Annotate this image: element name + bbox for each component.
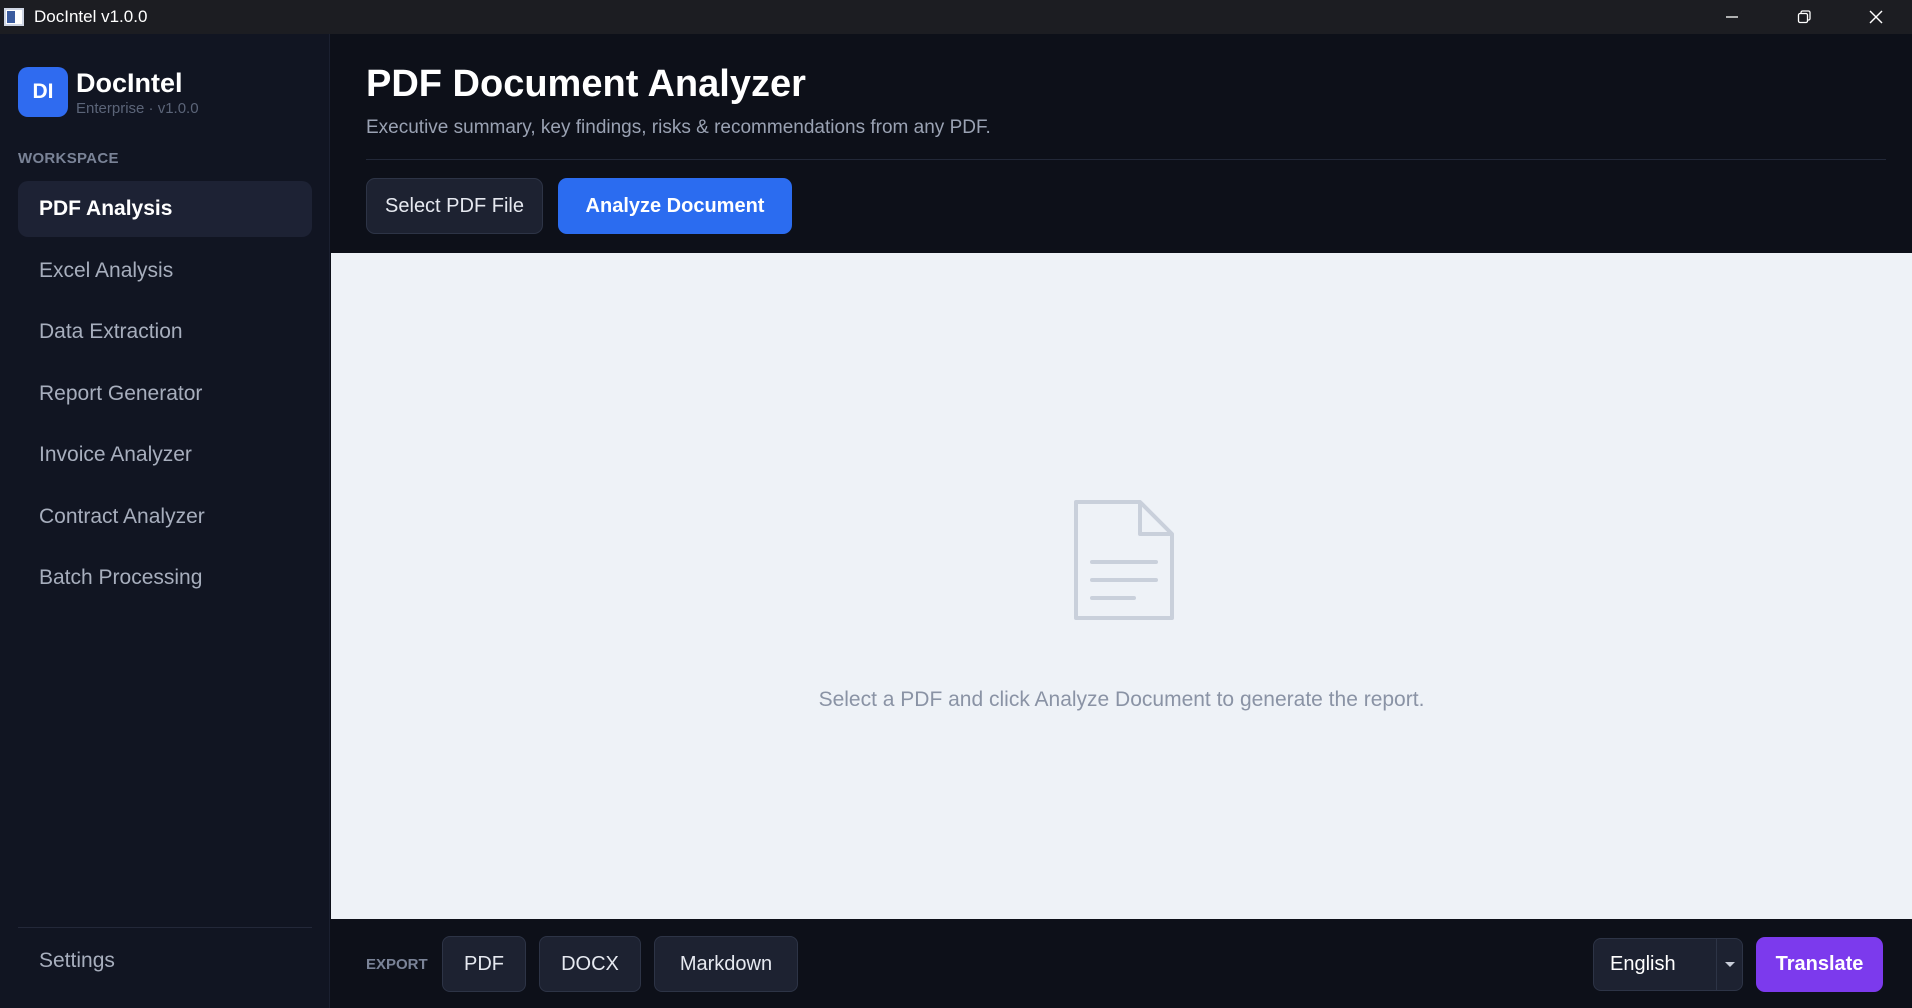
document-icon: [1074, 500, 1174, 620]
sidebar-item-contract-analyzer[interactable]: Contract Analyzer: [18, 489, 312, 545]
minimize-button[interactable]: [1696, 0, 1768, 34]
footer-toolbar: EXPORT PDF DOCX Markdown English Transla…: [331, 919, 1912, 1008]
export-markdown-button[interactable]: Markdown: [654, 936, 798, 992]
dropdown-caret-icon: [1716, 939, 1742, 990]
sidebar-item-settings[interactable]: Settings: [39, 949, 115, 973]
report-area: Select a PDF and click Analyze Document …: [331, 253, 1912, 919]
app-icon: [4, 8, 24, 26]
empty-state-message: Select a PDF and click Analyze Document …: [818, 688, 1425, 711]
sidebar-item-pdf-analysis[interactable]: PDF Analysis: [18, 181, 312, 237]
minimize-icon: [1726, 16, 1738, 18]
language-select[interactable]: English: [1593, 938, 1743, 991]
sidebar-item-data-extraction[interactable]: Data Extraction: [18, 304, 312, 360]
restore-icon: [1797, 10, 1811, 24]
sidebar-item-report-generator[interactable]: Report Generator: [18, 366, 312, 422]
window-title: DocIntel v1.0.0: [34, 7, 148, 26]
restore-button[interactable]: [1768, 0, 1840, 34]
sidebar-item-batch-processing[interactable]: Batch Processing: [18, 550, 312, 606]
sidebar-item-excel-analysis[interactable]: Excel Analysis: [18, 243, 312, 299]
analyze-document-button[interactable]: Analyze Document: [558, 178, 792, 234]
workspace-section-label: WORKSPACE: [18, 150, 119, 167]
main-header: PDF Document Analyzer Executive summary,…: [331, 34, 1912, 253]
window-controls: [1696, 0, 1912, 34]
page-subtitle: Executive summary, key findings, risks &…: [366, 117, 991, 138]
sidebar: DI DocIntel Enterprise · v1.0.0 WORKSPAC…: [0, 34, 330, 1008]
brand: DI DocIntel Enterprise · v1.0.0: [18, 67, 199, 117]
sidebar-divider: [18, 927, 312, 928]
export-label: EXPORT: [366, 956, 428, 973]
translate-button[interactable]: Translate: [1756, 937, 1883, 992]
window-titlebar: DocIntel v1.0.0: [0, 0, 1912, 34]
sidebar-item-invoice-analyzer[interactable]: Invoice Analyzer: [18, 427, 312, 483]
sidebar-nav: PDF Analysis Excel Analysis Data Extract…: [18, 181, 312, 612]
brand-version: Enterprise · v1.0.0: [76, 100, 199, 117]
brand-name: DocIntel: [76, 68, 183, 98]
close-button[interactable]: [1840, 0, 1912, 34]
close-icon: [1869, 10, 1883, 24]
brand-logo: DI: [18, 67, 68, 117]
export-docx-button[interactable]: DOCX: [539, 936, 641, 992]
language-selected-value: English: [1610, 953, 1676, 975]
header-divider: [366, 159, 1886, 160]
select-pdf-button[interactable]: Select PDF File: [366, 178, 543, 234]
brand-text: DocIntel Enterprise · v1.0.0: [76, 67, 199, 117]
page-title: PDF Document Analyzer: [366, 63, 806, 105]
export-pdf-button[interactable]: PDF: [442, 936, 526, 992]
